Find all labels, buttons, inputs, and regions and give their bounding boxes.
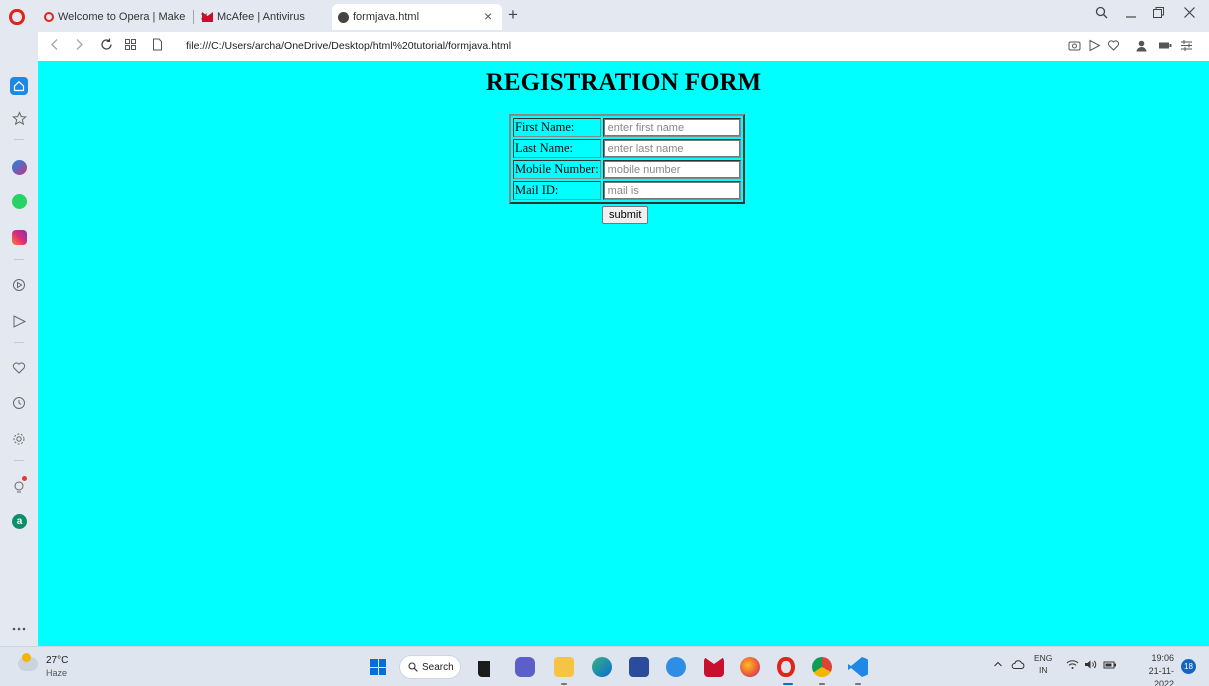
restore-icon[interactable] xyxy=(1152,6,1165,23)
reload-icon[interactable] xyxy=(100,38,113,54)
tab-title: Welcome to Opera | Make xyxy=(58,11,186,23)
form-row: First Name: xyxy=(513,118,741,137)
vscode-icon[interactable] xyxy=(848,657,868,677)
snapshot-icon[interactable] xyxy=(1068,39,1081,55)
back-icon[interactable] xyxy=(50,38,60,54)
registration-table: First Name: Last Name: Mobile Number: Ma… xyxy=(509,114,745,204)
first-name-input[interactable] xyxy=(603,119,740,136)
close-tab-icon[interactable]: × xyxy=(484,8,492,24)
globe-icon xyxy=(338,11,349,23)
mail-id-label: Mail ID: xyxy=(513,181,601,200)
weather-sun-icon xyxy=(22,653,31,662)
windows-start-icon[interactable] xyxy=(370,659,386,675)
first-name-label: First Name: xyxy=(513,118,601,137)
last-name-label: Last Name: xyxy=(513,139,601,158)
firefox-icon[interactable] xyxy=(740,657,760,677)
opera-icon xyxy=(44,12,54,22)
clock-date: 21-11-2022 xyxy=(1148,666,1174,686)
my-flow-heart-icon[interactable] xyxy=(10,359,28,377)
notification-badge[interactable]: 18 xyxy=(1181,659,1196,674)
file-icon xyxy=(152,38,163,54)
teams-chat-icon[interactable] xyxy=(515,657,535,677)
tab-divider xyxy=(193,10,194,24)
history-clock-icon[interactable] xyxy=(10,394,28,412)
home-icon[interactable] xyxy=(10,77,28,95)
heart-icon[interactable] xyxy=(1107,39,1120,55)
opera-taskbar-icon[interactable] xyxy=(777,657,795,677)
language-indicator[interactable]: ENG IN xyxy=(1034,652,1052,676)
tab-title: formjava.html xyxy=(353,11,420,23)
notification-dot xyxy=(22,476,27,481)
more-options-icon[interactable] xyxy=(10,620,28,638)
tab-strip: Welcome to Opera | Make × McAfee | Antiv… xyxy=(0,0,1209,32)
chrome-icon[interactable] xyxy=(812,657,832,677)
minimize-icon[interactable] xyxy=(1125,6,1137,23)
forward-icon[interactable] xyxy=(74,38,84,54)
easy-setup-icon[interactable] xyxy=(124,38,137,54)
instagram-icon[interactable] xyxy=(12,230,27,245)
search-tabs-icon[interactable] xyxy=(1095,6,1108,23)
battery-saver-icon[interactable] xyxy=(1158,39,1172,55)
easy-setup-menu-icon[interactable] xyxy=(1180,39,1193,55)
profile-icon[interactable] xyxy=(1135,39,1148,55)
last-name-input[interactable] xyxy=(603,140,740,157)
url-field[interactable]: file:///C:/Users/archa/OneDrive/Desktop/… xyxy=(186,40,511,52)
internet-explorer-icon[interactable] xyxy=(666,657,686,677)
search-icon xyxy=(408,662,418,672)
opera-menu-icon[interactable] xyxy=(9,9,25,25)
search-label: Search xyxy=(422,661,454,673)
sidebar: a xyxy=(0,32,38,646)
mail-id-input[interactable] xyxy=(603,182,740,199)
clock-time: 19:06 xyxy=(1151,653,1174,663)
address-bar: file:///C:/Users/archa/OneDrive/Desktop/… xyxy=(38,32,1209,61)
mobile-number-label: Mobile Number: xyxy=(513,160,601,179)
task-view-icon[interactable] xyxy=(478,661,490,677)
aria-ai-icon[interactable]: a xyxy=(12,514,27,529)
page-title: REGISTRATION FORM xyxy=(485,69,762,96)
running-indicator xyxy=(561,683,567,685)
language-code: ENG xyxy=(1034,653,1053,663)
settings-gear-icon[interactable] xyxy=(10,430,28,448)
whatsapp-icon[interactable] xyxy=(12,194,27,209)
windows-taskbar: 27°C Haze Search ENG IN 19:06 21-11-2022… xyxy=(0,646,1209,686)
taskbar-search[interactable]: Search xyxy=(399,655,461,679)
submit-button[interactable]: submit xyxy=(602,206,649,224)
form-row: Mobile Number: xyxy=(513,160,741,179)
player-icon[interactable] xyxy=(10,276,28,294)
bookmarks-star-icon[interactable] xyxy=(10,109,28,127)
sidebar-divider xyxy=(14,139,24,140)
file-explorer-icon[interactable] xyxy=(554,657,574,677)
tab-mcafee[interactable]: McAfee | Antivirus xyxy=(196,4,348,30)
tab-formjava[interactable]: formjava.html xyxy=(332,4,502,30)
weather-description[interactable]: Haze xyxy=(46,668,67,678)
flow-send-icon[interactable] xyxy=(10,312,28,330)
mcafee-icon xyxy=(202,12,213,22)
cloud-sync-icon[interactable] xyxy=(1011,659,1025,673)
volume-icon[interactable] xyxy=(1084,659,1098,673)
system-clock[interactable]: 19:06 21-11-2022 xyxy=(1130,652,1174,686)
battery-icon[interactable] xyxy=(1103,659,1117,673)
web-page: REGISTRATION FORM First Name: Last Name:… xyxy=(38,61,1209,646)
microsoft-store-icon[interactable] xyxy=(629,657,649,677)
region-code: IN xyxy=(1038,665,1048,675)
mobile-number-input[interactable] xyxy=(603,161,740,178)
running-indicator xyxy=(819,683,825,685)
sidebar-divider xyxy=(14,342,24,343)
form-row: Mail ID: xyxy=(513,181,741,200)
tab-title: McAfee | Antivirus xyxy=(217,11,305,23)
messenger-icon[interactable] xyxy=(12,160,27,175)
sidebar-divider xyxy=(14,460,24,461)
form-row: Last Name: xyxy=(513,139,741,158)
mcafee-taskbar-icon[interactable] xyxy=(704,657,724,677)
running-indicator xyxy=(855,683,861,685)
send-icon[interactable] xyxy=(1088,39,1101,55)
show-hidden-icons-chevron-icon[interactable] xyxy=(993,659,1003,672)
active-app-indicator xyxy=(783,683,793,685)
close-window-icon[interactable] xyxy=(1183,6,1196,23)
wifi-icon[interactable] xyxy=(1066,659,1079,673)
sidebar-divider xyxy=(14,259,24,260)
edge-icon[interactable] xyxy=(592,657,612,677)
weather-temperature[interactable]: 27°C xyxy=(46,655,68,666)
new-tab-button[interactable]: + xyxy=(508,5,518,25)
